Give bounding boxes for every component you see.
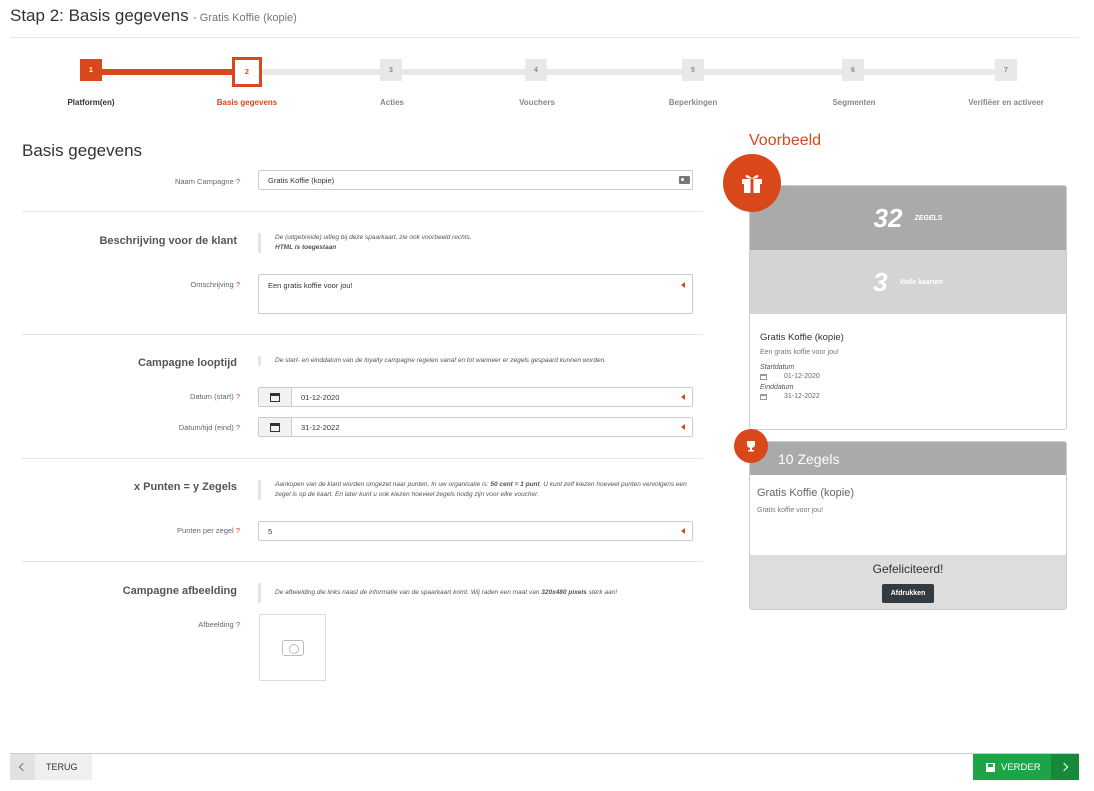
step-label-7[interactable]: Verifiëer en activeer [951,98,1061,107]
back-button[interactable]: TERUG [10,754,92,780]
preview-title: Voorbeeld [749,132,822,149]
id-card-icon [679,176,690,184]
step-4[interactable]: 4 [525,59,547,81]
divider [22,561,703,562]
section-looptijd: Campagne looptijd [138,357,237,369]
section-punten: x Punten = y Zegels [133,481,237,493]
required-marker [681,394,685,400]
voucher-desc: Gratis koffie voor jou! [757,507,824,514]
start-label: Startdatum [760,364,795,371]
footer-divider [10,753,1079,754]
camera-icon [281,639,304,656]
help-beschrijving: De (uitgebreide) uitleg bij deze spaarka… [258,233,693,253]
step-label-4[interactable]: Vouchers [482,98,592,107]
chevron-left-icon [10,754,35,780]
required-marker [681,424,685,430]
afbeelding-label: Afbeelding ? [198,620,240,629]
divider [22,211,703,212]
voucher-body: Gratis Koffie (kopie) Gratis koffie voor… [750,475,1066,555]
trophy-badge [734,429,768,463]
omschrijving-label: Omschrijving ? [190,280,240,289]
voucher-name: Gratis Koffie (kopie) [757,487,855,499]
congrats-text: Gefeliciteerd! [872,562,944,576]
step-2[interactable]: 2 [232,57,262,87]
step-1[interactable]: 1 [80,59,102,81]
help-looptijd: De start- en einddatum van de loyalty ca… [258,356,693,366]
step-6[interactable]: 6 [842,59,864,81]
step-track-done [102,69,235,75]
omschrijving-textarea[interactable]: Een gratis koffie voor jou! [258,274,693,314]
voucher-footer: Gefeliciteerd! Afdrukken [750,555,1066,609]
help-afbeelding: De afbeelding die links naast de informa… [258,583,693,603]
step-5[interactable]: 5 [682,59,704,81]
kaarten-band: 3 Volle kaarten [750,250,1066,314]
punten-per-zegel-input[interactable]: 5 [258,521,693,541]
section-beschrijving: Beschrijving voor de klant [99,235,237,247]
image-upload[interactable] [259,614,326,681]
step-label-5[interactable]: Beperkingen [638,98,748,107]
divider [22,458,703,459]
step-label-3[interactable]: Acties [337,98,447,107]
gift-badge [723,154,781,212]
eind-label: Datum/tijd (eind) ? [178,423,240,432]
zegels-count: 32 [873,202,903,233]
step-label-1[interactable]: Platform(en) [36,98,146,107]
next-label: VERDER [1001,761,1041,773]
calendar-addon[interactable] [259,388,292,406]
zegels-band: 32 ZEGELS [750,186,1066,250]
divider [22,334,703,335]
end-date-input[interactable]: 31-12-2022 [258,417,693,437]
start-row: 01-12-2020 [760,373,1056,380]
card-name: Gratis Koffie (kopie) [760,332,844,343]
form-title: Basis gegevens [22,141,143,160]
section-afbeelding: Campagne afbeelding [122,585,237,597]
calendar-icon [270,422,280,432]
kaarten-unit: Volle kaarten [899,278,943,286]
kaarten-count: 3 [873,266,888,297]
punten-label: Punten per zegel ? [177,526,240,535]
start-date-input[interactable]: 01-12-2020 [258,387,693,407]
voucher-header: 10 Zegels [750,442,1066,475]
start-label: Datum (start) ? [189,392,240,401]
calendar-icon [760,393,767,400]
step-label-6[interactable]: Segmenten [799,98,909,107]
next-button[interactable]: VERDER [973,754,1079,780]
step-7[interactable]: 7 [995,59,1017,81]
page-subtitle: - Gratis Koffie (kopie) [193,12,297,24]
loyalty-card-preview: 32 ZEGELS 3 Volle kaarten Gratis Koffie … [749,185,1067,430]
calendar-addon[interactable] [259,418,292,436]
save-icon [986,762,995,772]
trophy-icon [747,441,755,452]
end-label: Einddatum [760,384,794,391]
gift-icon [742,175,762,193]
print-button[interactable]: Afdrukken [881,584,935,603]
naam-label: Naam Campagne ? [174,177,240,186]
chevron-right-icon [1051,754,1079,780]
naam-campagne-input[interactable]: Gratis Koffie (kopie) [258,170,693,190]
step-track [262,69,1005,75]
help-punten: Aankopen van de klant worden omgezet naa… [258,480,693,500]
back-label: TERUG [46,762,78,772]
voucher-preview: 10 Zegels Gratis Koffie (kopie) Gratis k… [749,441,1067,610]
page-header: Stap 2: Basis gegevens - Gratis Koffie (… [10,6,1079,38]
card-body: Gratis Koffie (kopie) Een gratis koffie … [750,314,1066,412]
calendar-icon [760,373,767,380]
page-title: Stap 2: Basis gegevens [10,6,189,25]
required-marker [681,282,685,288]
end-row: 31-12-2022 [760,393,1056,400]
zegels-unit: ZEGELS [914,214,943,222]
step-label-2[interactable]: Basis gegevens [192,98,302,107]
step-3[interactable]: 3 [380,59,402,81]
calendar-icon [270,392,280,402]
card-desc: Een gratis koffie voor jou! [760,349,839,356]
required-marker [681,528,685,534]
